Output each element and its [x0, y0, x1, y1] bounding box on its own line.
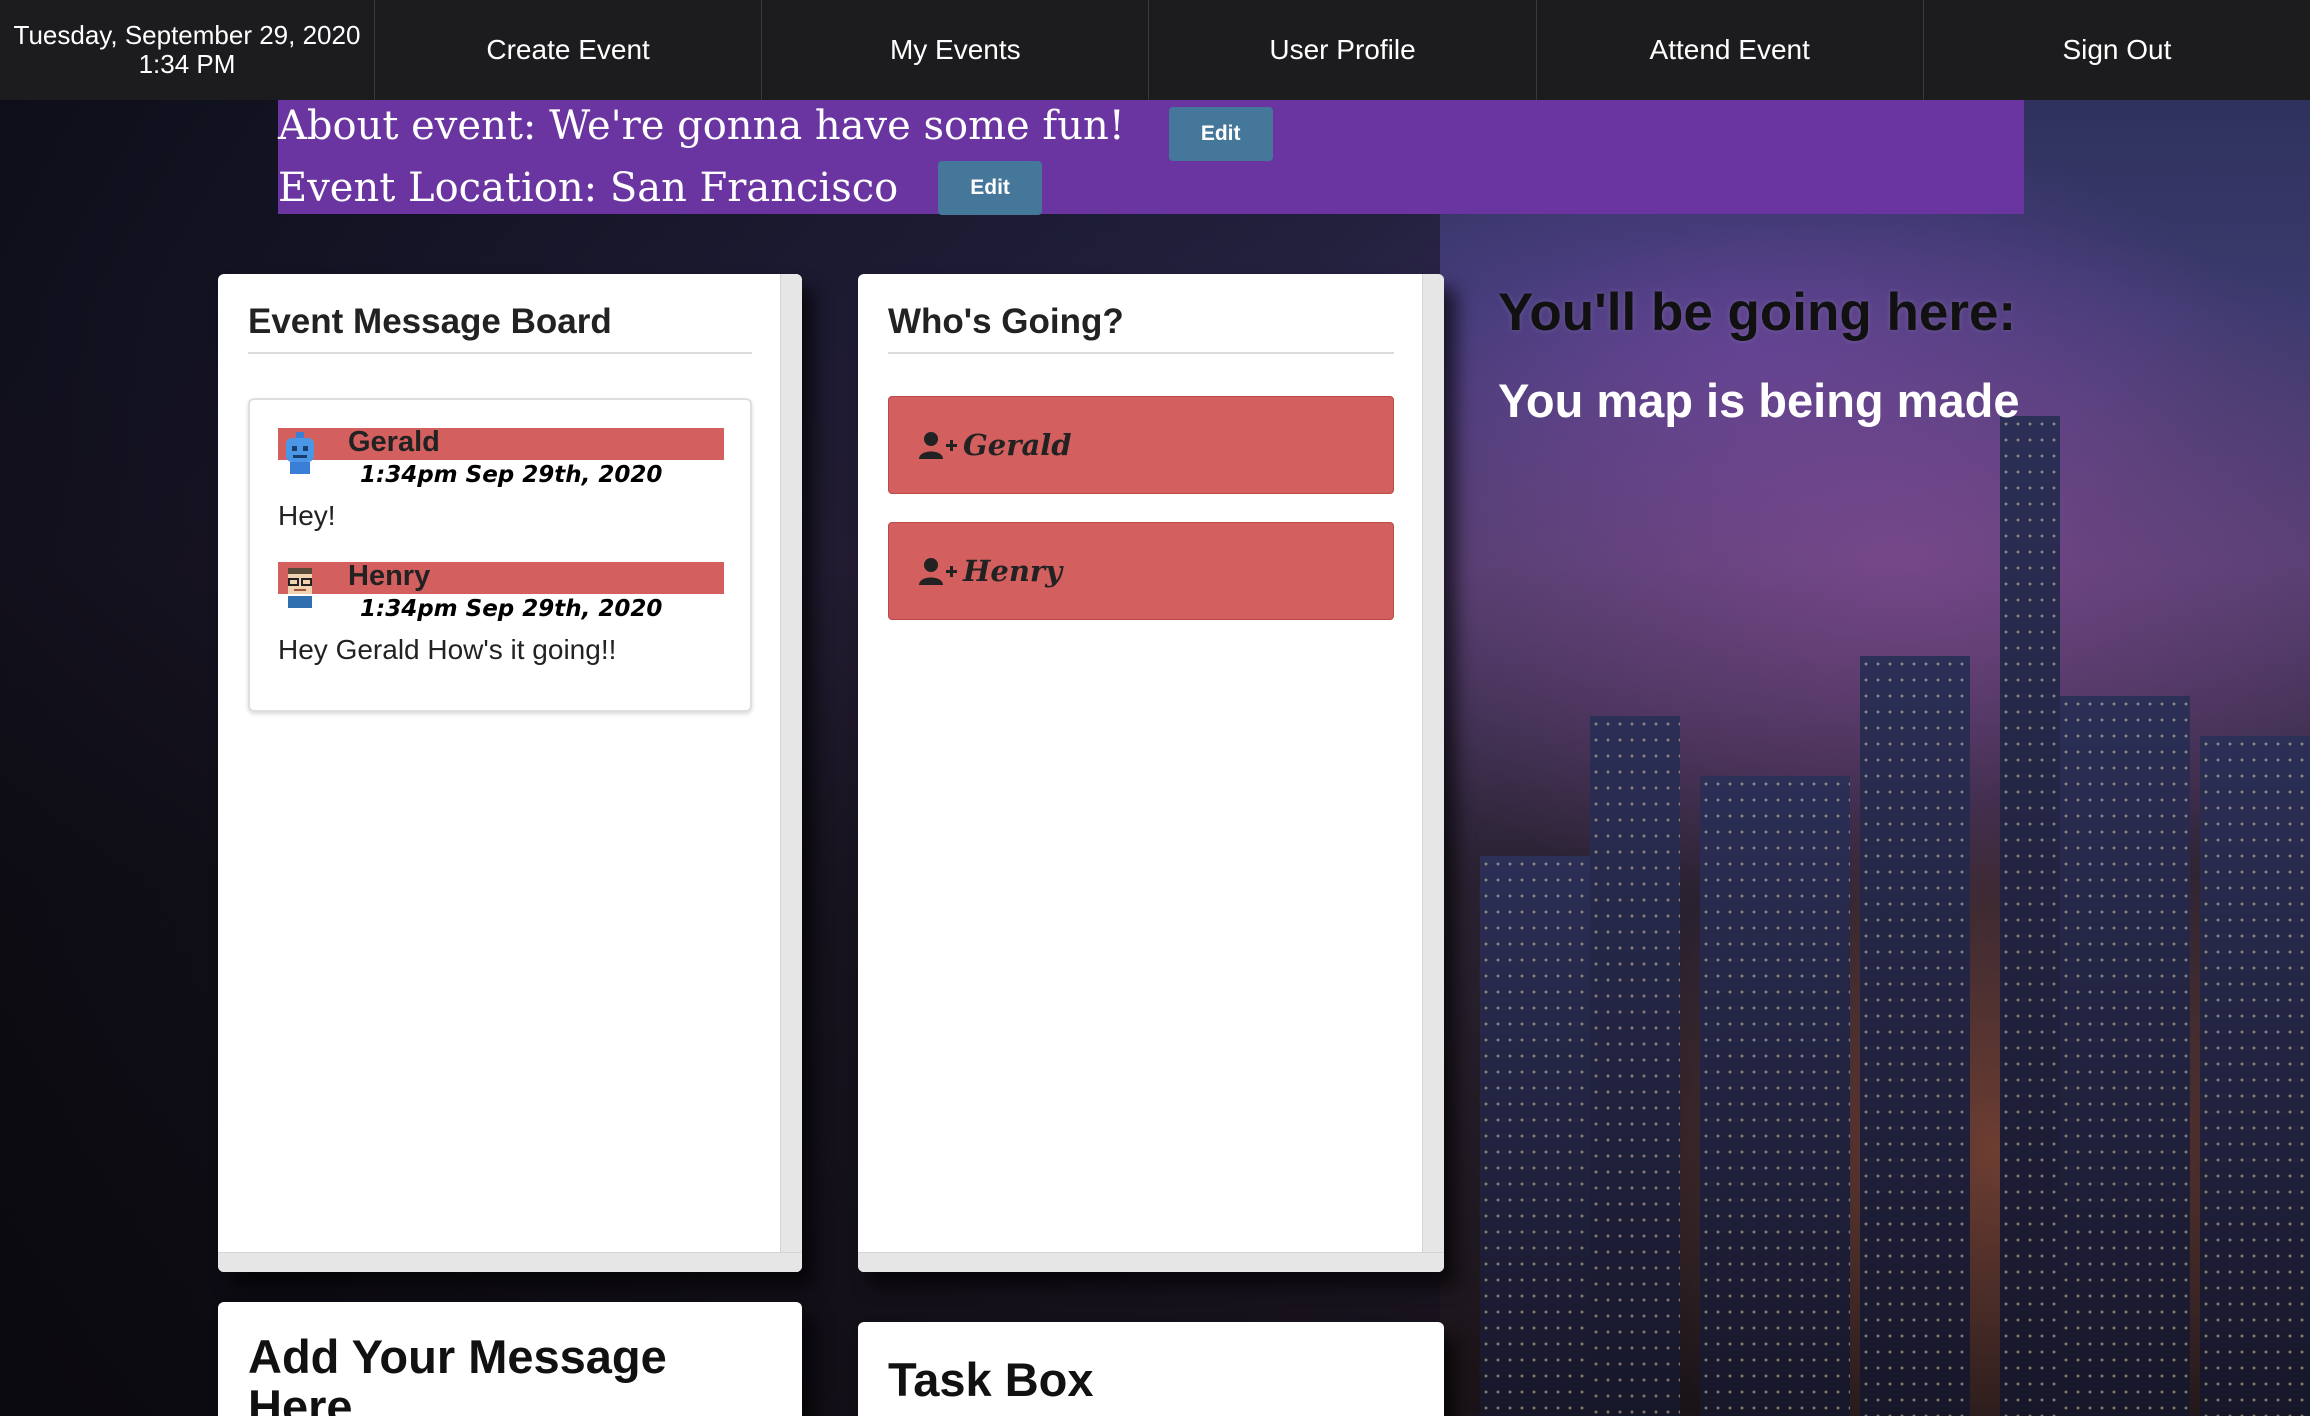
attendee-name: Henry [963, 554, 1063, 588]
user-plus-icon [919, 432, 957, 459]
event-about-text: About event: We're gonna have some fun! [278, 103, 1125, 149]
message-timestamp: 1:34pm Sep 29th, 2020 [360, 462, 663, 488]
about-row: About event: We're gonna have some fun! … [278, 94, 1273, 161]
message-text: Hey! [278, 500, 336, 531]
message-board-title: Event Message Board [248, 302, 612, 341]
message-header-bar [278, 428, 724, 460]
whos-going-title: Who's Going? [888, 302, 1124, 341]
user-plus-icon [919, 558, 957, 585]
edit-about-button[interactable]: Edit [1168, 107, 1273, 161]
title-divider [888, 352, 1394, 354]
attendee-button-henry[interactable]: Henry [888, 522, 1394, 620]
message-timestamp: 1:34pm Sep 29th, 2020 [360, 596, 663, 622]
message-author: Henry [348, 560, 431, 592]
top-navbar: Tuesday, September 29, 2020 1:34 PM Crea… [0, 0, 2310, 100]
vertical-scrollbar[interactable] [1422, 274, 1444, 1272]
nav-my-events[interactable]: My Events [762, 0, 1150, 100]
nav-user-profile[interactable]: User Profile [1149, 0, 1537, 100]
current-date: Tuesday, September 29, 2020 [13, 20, 361, 50]
contact-us-link[interactable]: Contact us [1112, 1328, 1381, 1388]
message-item: Gerald 1:34pm Sep 29th, 2020 Hey! [278, 426, 724, 538]
attendee-button-gerald[interactable]: Gerald [888, 396, 1394, 494]
add-message-panel: Add Your Message Here [218, 1302, 802, 1416]
current-time: 1:34 PM [138, 49, 236, 79]
map-status-text: You map is being made [1498, 374, 2020, 427]
attendee-name: Gerald [963, 428, 1072, 462]
event-location-text: Event Location: San Francisco [278, 165, 899, 211]
date-time-display: Tuesday, September 29, 2020 1:34 PM [0, 0, 375, 100]
robot-avatar-icon [286, 432, 314, 474]
location-row: Event Location: San Francisco Edit [278, 156, 1042, 220]
whos-going-panel: Who's Going? Gerald Henry [858, 274, 1444, 1272]
nav-sign-out[interactable]: Sign Out [1924, 0, 2310, 100]
map-heading: You'll be going here: [1498, 283, 2017, 342]
event-info-banner: About event: We're gonna have some fun! … [278, 100, 2024, 215]
nav-create-event[interactable]: Create Event [375, 0, 763, 100]
message-board-panel: Event Message Board Gerald 1:34pm Sep 29… [218, 274, 802, 1272]
message-item: Henry 1:34pm Sep 29th, 2020 Hey Gerald H… [278, 560, 724, 672]
edit-location-button[interactable]: Edit [938, 161, 1042, 215]
message-author: Gerald [348, 426, 440, 458]
glasses-avatar-icon [288, 568, 312, 608]
add-message-title: Add Your Message Here [248, 1330, 667, 1416]
message-text: Hey Gerald How's it going!! [278, 634, 617, 665]
message-header-bar [278, 562, 724, 594]
nav-attend-event[interactable]: Attend Event [1537, 0, 1924, 100]
message-list: Gerald 1:34pm Sep 29th, 2020 Hey! Henry … [248, 398, 752, 712]
vertical-scrollbar[interactable] [780, 274, 802, 1272]
horizontal-scrollbar[interactable] [218, 1252, 802, 1272]
horizontal-scrollbar[interactable] [858, 1252, 1444, 1272]
task-box-title: Task Box [888, 1353, 1094, 1406]
title-divider [248, 352, 752, 354]
